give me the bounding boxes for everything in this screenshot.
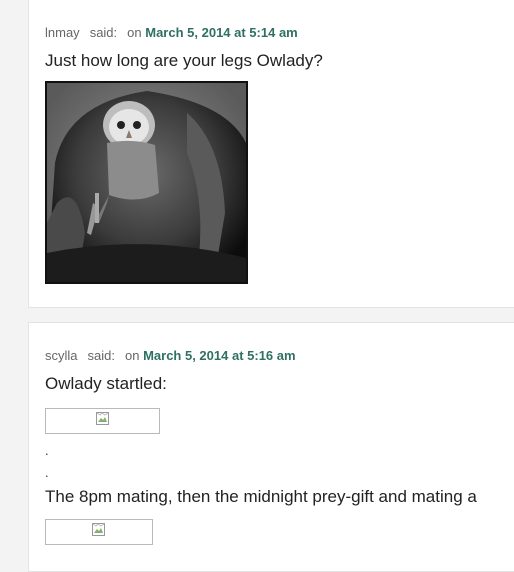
said-label: said: — [89, 25, 118, 40]
comment-meta: lnmay said: on March 5, 2014 at 5:14 am — [45, 25, 298, 40]
broken-image-icon — [92, 523, 105, 536]
broken-image[interactable] — [45, 408, 160, 434]
broken-image-icon — [96, 412, 109, 425]
said-label: said: — [87, 348, 115, 363]
comment-date-link[interactable]: March 5, 2014 at 5:14 am — [145, 25, 297, 40]
owl-photo-image — [47, 83, 246, 282]
on-label: on — [127, 25, 142, 40]
comment-date-link[interactable]: March 5, 2014 at 5:16 am — [143, 348, 295, 363]
comment-author[interactable]: scylla — [45, 348, 78, 363]
broken-image[interactable] — [45, 519, 153, 545]
comment-meta: scylla said: on March 5, 2014 at 5:16 am — [45, 348, 296, 363]
dot-text: . — [45, 443, 49, 458]
comment-text: The 8pm mating, then the midnight prey-g… — [45, 487, 477, 506]
comment-card: scylla said: on March 5, 2014 at 5:16 am O… — [28, 322, 514, 572]
comment-text: Owlady startled: — [45, 374, 167, 393]
comment-card: lnmay said: on March 5, 2014 at 5:14 am Ju… — [28, 0, 514, 308]
comment-author[interactable]: lnmay — [45, 25, 80, 40]
on-label: on — [124, 348, 140, 363]
comment-text: Just how long are your legs Owlady? — [45, 51, 323, 70]
dot-text: . — [45, 465, 49, 480]
owl-photo[interactable] — [45, 81, 248, 284]
